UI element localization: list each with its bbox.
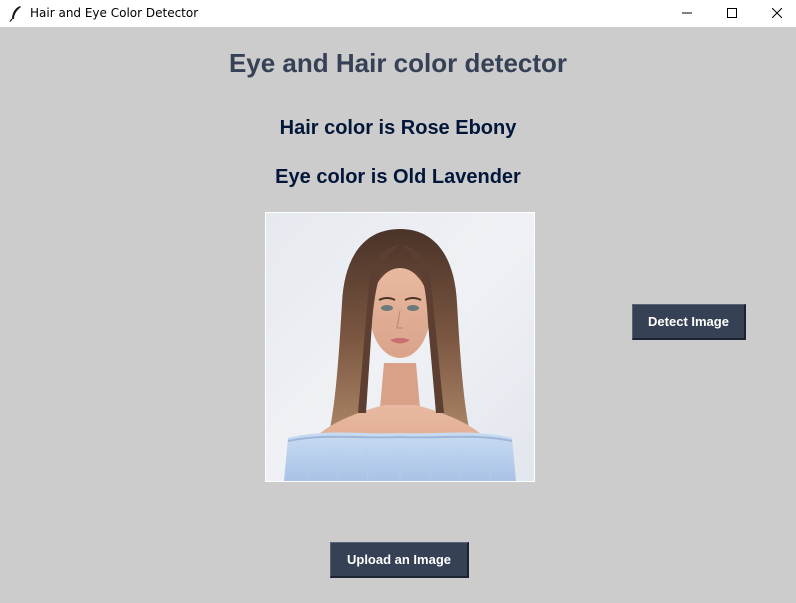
close-button[interactable] [754,0,796,27]
maximize-button[interactable] [709,0,755,27]
maximize-icon [727,8,737,18]
page-title: Eye and Hair color detector [228,48,568,78]
eye-color-result: Eye color is Old Lavender [275,166,521,188]
upload-image-button[interactable]: Upload an Image [330,542,469,578]
title-bar[interactable]: Hair and Eye Color Detector [0,0,796,27]
minimize-icon [682,12,692,14]
app-window: Hair and Eye Color Detector Eye and Hair… [0,0,796,603]
feather-icon [9,5,23,22]
detect-image-button[interactable]: Detect Image [632,304,746,340]
window-title: Hair and Eye Color Detector [30,6,199,20]
minimize-button[interactable] [664,0,710,27]
uploaded-photo [265,212,535,482]
close-icon [772,8,782,18]
hair-color-result: Hair color is Rose Ebony [279,117,517,139]
